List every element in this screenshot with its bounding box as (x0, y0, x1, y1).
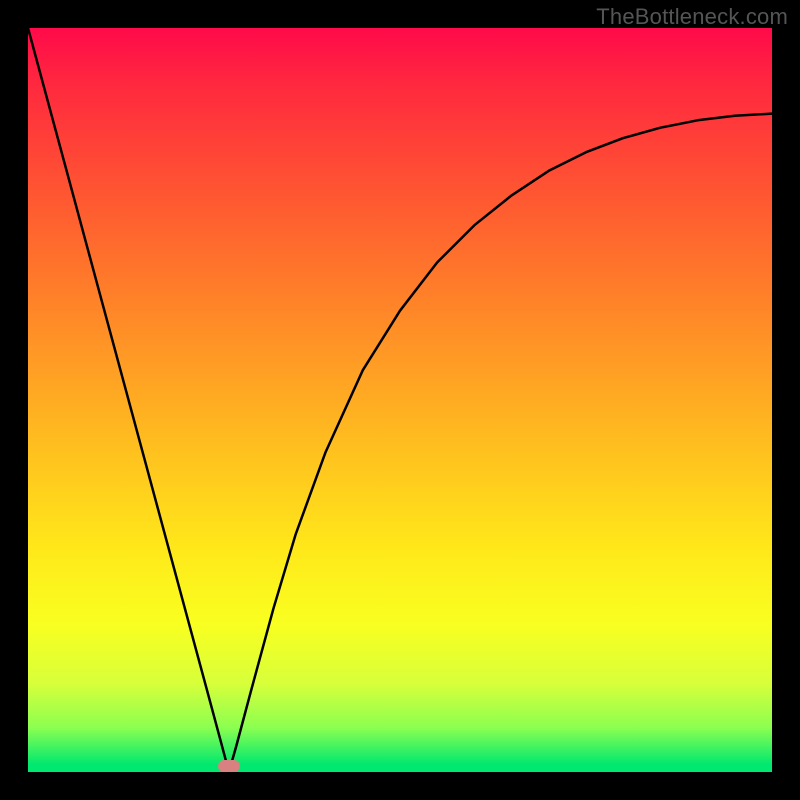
bottleneck-curve (28, 28, 772, 772)
curve-svg (28, 28, 772, 772)
optimal-point-marker (218, 760, 240, 772)
chart-container: TheBottleneck.com (0, 0, 800, 800)
plot-area (28, 28, 772, 772)
watermark-text: TheBottleneck.com (596, 4, 788, 30)
